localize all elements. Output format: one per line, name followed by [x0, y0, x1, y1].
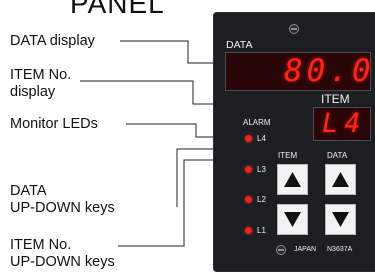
- led-l2: [245, 196, 252, 203]
- data-display-label: DATA: [226, 39, 253, 51]
- led-l4: [245, 135, 252, 142]
- item-display-label: ITEM: [321, 92, 350, 106]
- page-title: PANEL: [70, 0, 165, 19]
- control-panel: DATA 80.0 ITEM L4 ALARM L4 ITEM DATA L3 …: [213, 12, 375, 272]
- leader-item-display: [80, 80, 216, 105]
- callout-item-display-line1: ITEM No.: [10, 67, 72, 83]
- alarm-label: ALARM: [243, 118, 271, 127]
- top-screw-icon: [289, 24, 299, 34]
- triangle-up-icon: [332, 172, 349, 187]
- item-up-button[interactable]: [277, 164, 308, 195]
- led-l4-label: L4: [257, 134, 266, 143]
- footer-model: N3637A: [327, 246, 353, 253]
- item-display-value: L4: [322, 108, 367, 139]
- data-display-value: 80.0: [284, 53, 375, 89]
- data-keys-column-label: DATA: [327, 151, 348, 160]
- callout-item-display-line2: display: [10, 84, 56, 100]
- callout-item-keys-line1: ITEM No.: [10, 237, 72, 253]
- data-display: 80.0: [225, 52, 371, 91]
- item-keys-column-label: ITEM: [278, 151, 298, 160]
- bottom-screw-icon: [276, 245, 286, 255]
- item-display: L4: [313, 107, 371, 141]
- triangle-down-icon: [332, 212, 349, 227]
- callout-data-keys-line1: DATA: [10, 183, 47, 199]
- item-down-button[interactable]: [277, 204, 308, 235]
- leader-data-display: [120, 40, 216, 64]
- data-up-button[interactable]: [325, 164, 356, 195]
- triangle-down-icon: [284, 212, 301, 227]
- led-l1-label: L1: [257, 226, 266, 235]
- footer-country: JAPAN: [294, 246, 317, 253]
- led-l1: [245, 227, 252, 234]
- led-l2-label: L2: [257, 195, 266, 204]
- callout-data-keys-line2: UP-DOWN keys: [10, 200, 115, 216]
- triangle-up-icon: [284, 172, 301, 187]
- led-l3: [245, 166, 252, 173]
- data-down-button[interactable]: [325, 204, 356, 235]
- led-l3-label: L3: [257, 165, 266, 174]
- callout-monitor-leds: Monitor LEDs: [10, 116, 98, 132]
- callout-data-display: DATA display: [10, 33, 95, 49]
